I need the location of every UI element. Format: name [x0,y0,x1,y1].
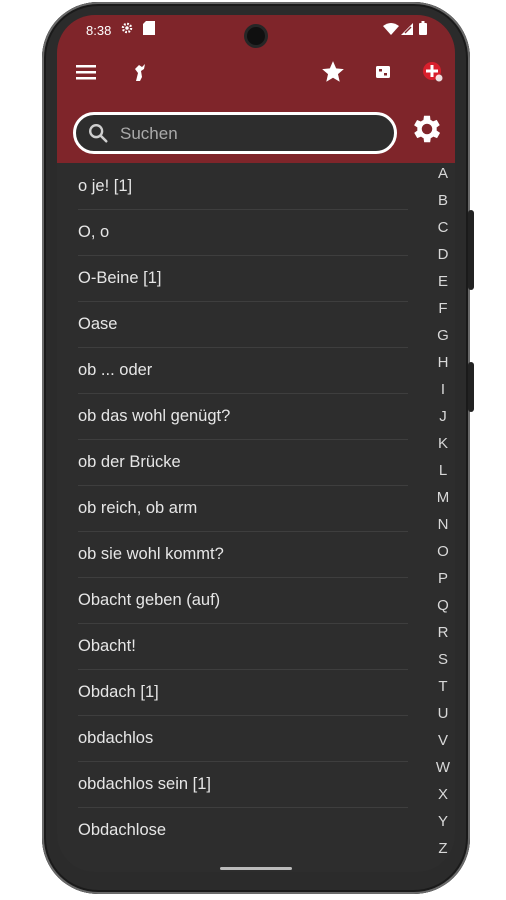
status-time: 8:38 [86,23,112,38]
list-item[interactable]: obdachlos [78,715,408,761]
alphabet-index-letter[interactable]: F [431,300,455,317]
home-indicator[interactable] [220,867,292,870]
list-item[interactable]: O-Beine [1] [78,255,408,301]
cell-signal-icon [401,23,413,38]
alphabet-index-letter[interactable]: B [431,192,455,209]
list-item[interactable]: o je! [1] [78,163,408,209]
hamburger-menu-icon[interactable] [73,59,99,85]
settings-status-icon [120,21,134,38]
alphabet-index-letter[interactable]: S [431,651,455,668]
list-item[interactable]: Obdach [1] [78,669,408,715]
alphabet-index-letter[interactable]: T [431,678,455,695]
alphabet-index-letter[interactable]: A [431,165,455,182]
star-icon[interactable] [320,59,346,85]
app-bar: 8:38 [57,15,455,163]
alphabet-index-letter[interactable]: K [431,435,455,452]
alphabet-index-letter[interactable]: I [431,381,455,398]
alphabet-index-letter[interactable]: D [431,246,455,263]
status-bar: 8:38 [57,15,455,45]
battery-icon [419,21,427,38]
search-row [57,109,455,159]
search-box[interactable] [73,112,397,154]
gear-icon[interactable] [409,111,445,147]
sd-card-status-icon [143,21,155,38]
alphabet-index-letter[interactable]: H [431,354,455,371]
alphabet-index-letter[interactable]: V [431,732,455,749]
list-item[interactable]: ob reich, ob arm [78,485,408,531]
alphabet-index-letter[interactable]: Q [431,597,455,614]
alphabet-index-letter[interactable]: Z [431,840,455,857]
alphabet-index-letter[interactable]: L [431,462,455,479]
app-screen: 8:38 Suchen o je! [1] O, o O-Beine [1] O… [57,15,455,872]
list-item[interactable]: Obacht geben (auf) [78,577,408,623]
alphabet-index-letter[interactable]: M [431,489,455,506]
volume-button [468,210,474,290]
list-item[interactable]: ob der Brücke [78,439,408,485]
alphabet-index-letter[interactable]: E [431,273,455,290]
alphabet-index-letter[interactable]: W [431,759,455,776]
alphabet-index-letter[interactable]: C [431,219,455,236]
search-icon [87,122,109,149]
horse-logo-icon[interactable] [127,59,153,85]
alphabet-index-letter[interactable]: Y [431,813,455,830]
power-button [468,362,474,412]
search-input[interactable] [118,121,382,147]
wifi-icon [383,23,399,38]
alphabet-index-letter[interactable]: R [431,624,455,641]
list-item[interactable]: O, o [78,209,408,255]
list-item[interactable]: obdachlos sein [1] [78,761,408,807]
add-entry-icon[interactable] [419,59,445,85]
list-item[interactable]: Obacht! [78,623,408,669]
list-item[interactable]: Oase [78,301,408,347]
list-item[interactable]: ob ... oder [78,347,408,393]
front-camera [247,27,265,45]
alphabet-index-letter[interactable]: G [431,327,455,344]
alphabet-index-letter[interactable]: X [431,786,455,803]
list-item[interactable]: ob das wohl genügt? [78,393,408,439]
list-item[interactable]: ob sie wohl kommt? [78,531,408,577]
list-item[interactable]: Obdachlose [78,807,408,853]
alphabet-index-letter[interactable]: N [431,516,455,533]
alphabet-index-letter[interactable]: O [431,543,455,560]
alphabet-index-letter[interactable]: J [431,408,455,425]
alphabet-index-letter[interactable]: P [431,570,455,587]
flashcard-icon[interactable] [370,59,396,85]
alphabet-index-letter[interactable]: U [431,705,455,722]
